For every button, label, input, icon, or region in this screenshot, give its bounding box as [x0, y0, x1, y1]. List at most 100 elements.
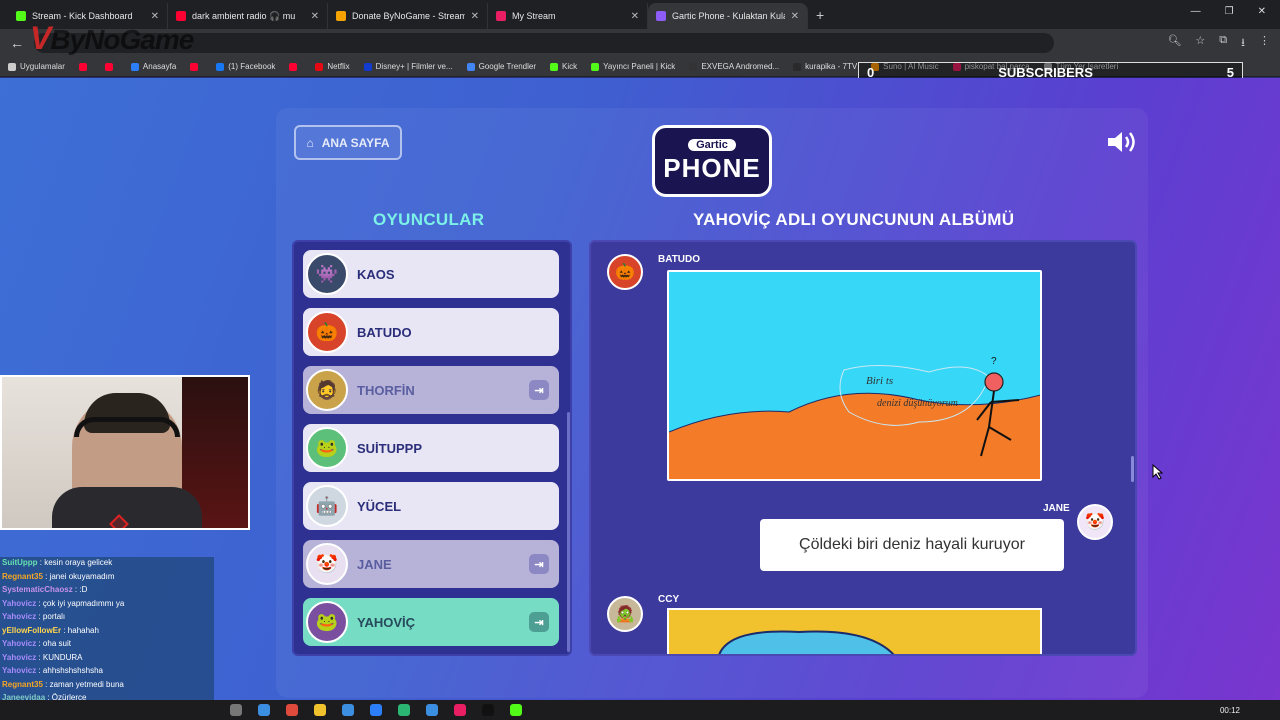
album-entry-name: BATUDO: [658, 254, 701, 265]
close-tab-icon[interactable]: ✕: [791, 11, 799, 22]
bookmark-label: EXVEGA Andromed...: [701, 62, 780, 71]
browser-tab[interactable]: Donate ByNoGame - Streamer ✕: [328, 3, 488, 29]
player-item[interactable]: 🎃 BATUDO: [303, 308, 559, 356]
app-icon[interactable]: [258, 704, 270, 716]
app-icon[interactable]: [454, 704, 466, 716]
bookmark-label: Yayıncı Paneli | Kick: [603, 62, 676, 71]
tab-label: Gartic Phone - Kulaktan Kulağa: [672, 11, 785, 21]
player-item[interactable]: 🐸 YAHOVİÇ ⇥: [303, 598, 559, 646]
player-avatar-icon: 🤖: [306, 485, 348, 527]
bookmark-label: Disney+ | Filmler ve...: [375, 62, 453, 71]
bookmark-item[interactable]: EXVEGA Andromed...: [689, 62, 779, 71]
app-icon[interactable]: [482, 704, 494, 716]
chat-message: Yahovicz : KUNDURA: [2, 653, 82, 662]
home-button[interactable]: ⌂ ANA SAYFA: [294, 125, 402, 160]
bookmark-item[interactable]: Google Trendler: [466, 62, 536, 71]
player-avatar-icon: 👾: [306, 253, 348, 295]
app-icon[interactable]: [370, 704, 382, 716]
chat-text: : zaman yetmedi buna: [42, 679, 124, 689]
bookmark-favicon-icon: [793, 62, 802, 71]
tab-label: My Stream: [512, 11, 556, 21]
address-bar-icons: 🔍︎ ☆ ⧉ ⭳ ⋮: [1167, 34, 1270, 53]
chat-username: Yahovicz: [2, 598, 37, 608]
doodle-question-mark: ?: [991, 356, 997, 367]
browser-tab[interactable]: My Stream ✕: [488, 3, 648, 29]
bookmark-item[interactable]: Netflix: [315, 62, 350, 71]
bookmark-item[interactable]: Disney+ | Filmler ve...: [363, 62, 453, 71]
album-entry-name: CCY: [658, 594, 680, 605]
bookmark-item[interactable]: [78, 62, 91, 71]
restore-icon[interactable]: ❐: [1225, 6, 1234, 17]
album-drawing: Biri ts denizi düşünüyorum ?: [667, 270, 1042, 481]
album-entry-name: JANE: [1043, 503, 1070, 514]
chat-message: Yahovicz : portalı: [2, 612, 65, 621]
chat-text: : portalı: [36, 612, 66, 621]
chat-text: : oha suit: [36, 639, 71, 648]
bookmark-item[interactable]: [190, 62, 202, 71]
close-tab-icon[interactable]: ✕: [311, 11, 319, 22]
bookmark-item[interactable]: Uygulamalar: [8, 62, 65, 71]
app-icon[interactable]: [398, 704, 410, 716]
chat-message: Yahovicz : ahhshshshshsha: [2, 666, 103, 675]
app-icon[interactable]: [230, 704, 242, 716]
minimize-icon[interactable]: —: [1191, 6, 1201, 17]
player-item[interactable]: 🤖 YÜCEL: [303, 482, 559, 530]
tab-label: Donate ByNoGame - Streamer: [352, 11, 465, 21]
close-tab-icon[interactable]: ✕: [471, 11, 479, 22]
album-panel: 🎃 BATUDO Biri ts denizi düşünüyorum ? JA…: [589, 240, 1137, 656]
chat-message: Yahovicz : oha suit: [2, 639, 71, 648]
chat-username: Regnant35: [2, 571, 43, 581]
kick-player-icon[interactable]: ⇥: [529, 380, 549, 400]
player-item[interactable]: 🤡 JANE ⇥: [303, 540, 559, 588]
app-icon[interactable]: [314, 704, 326, 716]
app-icon[interactable]: [342, 704, 354, 716]
gartic-phone-logo: Gartic PHONE: [652, 125, 772, 197]
bookmark-item[interactable]: [104, 62, 117, 71]
chat-text: : KUNDURA: [36, 652, 83, 662]
close-window-icon[interactable]: ✕: [1258, 6, 1266, 17]
sound-icon[interactable]: [1106, 130, 1138, 154]
bookmark-favicon-icon: [8, 62, 16, 71]
player-item[interactable]: 👾 KAOS: [303, 250, 559, 298]
star-icon[interactable]: ☆: [1195, 34, 1205, 53]
menu-icon[interactable]: ⋮: [1259, 34, 1270, 53]
app-icon[interactable]: [510, 704, 522, 716]
doodle-text-2: denizi düşünüyorum: [877, 398, 958, 409]
kick-player-icon[interactable]: ⇥: [529, 612, 549, 632]
album-scrollbar[interactable]: [1131, 456, 1134, 482]
player-name: KAOS: [357, 266, 395, 282]
stream-chat: SuitUppp : kesin oraya gelicek Regnant35 …: [0, 557, 214, 719]
bookmark-item[interactable]: kurapika - 7TV: [793, 62, 857, 71]
close-tab-icon[interactable]: ✕: [631, 11, 639, 22]
back-icon[interactable]: ←: [10, 35, 24, 51]
chat-message: Regnant35 : zaman yetmedi buna: [2, 680, 124, 689]
player-item[interactable]: 🐸 SUİTUPPP: [303, 424, 559, 472]
new-tab-button[interactable]: +: [816, 7, 824, 23]
player-item[interactable]: 🧔 THORFİN ⇥: [303, 366, 559, 414]
streamer-logo: VByNoGame: [30, 20, 194, 56]
tab-label: dark ambient radio 🎧 mu: [192, 10, 296, 21]
kick-player-icon[interactable]: ⇥: [529, 554, 549, 574]
app-icon[interactable]: [426, 704, 438, 716]
bookmark-favicon-icon: [550, 62, 558, 71]
player-avatar-icon: 🧔: [306, 369, 348, 411]
bookmark-favicon-icon: [466, 62, 475, 71]
bookmark-item[interactable]: [289, 62, 301, 71]
chat-text: : çok iyi yapmadımmı ya: [36, 598, 125, 608]
chat-message: SuitUppp : kesin oraya gelicek: [2, 558, 112, 567]
browser-tab[interactable]: Gartic Phone - Kulaktan Kulağa ✕: [648, 3, 808, 29]
bookmark-favicon-icon: [78, 62, 87, 71]
app-icon[interactable]: [286, 704, 298, 716]
download-icon[interactable]: ⭳: [1241, 34, 1245, 53]
bookmark-label: Anasayfa: [142, 62, 177, 71]
zoom-icon[interactable]: 🔍︎: [1167, 34, 1181, 53]
player-avatar-icon: 🎃: [306, 311, 348, 353]
bookmark-item[interactable]: Kick: [550, 62, 577, 71]
bookmark-item[interactable]: (1) Facebook: [216, 62, 275, 71]
bookmark-item[interactable]: Yayıncı Paneli | Kick: [591, 62, 675, 71]
players-scrollbar[interactable]: [567, 412, 570, 652]
extensions-icon[interactable]: ⧉: [1219, 34, 1227, 53]
tab-favicon-icon: [496, 11, 506, 21]
player-name: THORFİN: [357, 382, 415, 398]
bookmark-item[interactable]: Anasayfa: [130, 62, 177, 71]
